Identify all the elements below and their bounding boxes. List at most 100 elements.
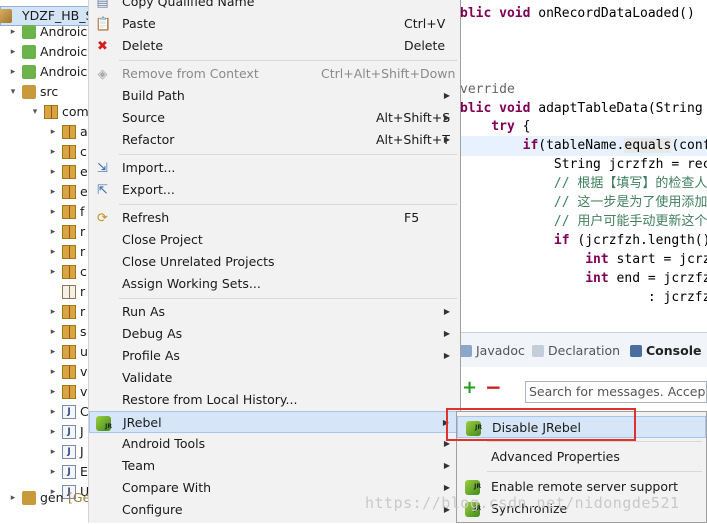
source-folder-icon (22, 85, 36, 99)
tree-item[interactable]: ▸ v (0, 382, 92, 402)
tree-toggle-icon[interactable]: ▸ (48, 402, 58, 422)
menu-item-validate[interactable]: Validate (89, 367, 460, 389)
tree-toggle-icon[interactable]: ▸ (48, 202, 58, 222)
menu-item-run-as[interactable]: Run As ▶ (89, 301, 460, 323)
menu-item-profile-as[interactable]: Profile As ▶ (89, 345, 460, 367)
tree-item[interactable]: ▸ c (0, 262, 92, 282)
code-line: blic void adaptTableData(String (460, 99, 707, 119)
tree-item[interactable]: ▾ src (0, 82, 92, 102)
menu-item-refresh[interactable]: ⟳ Refresh F5 (89, 207, 460, 229)
tree-toggle-icon[interactable]: ▸ (48, 222, 58, 242)
menu-item-close-unrelated-projects[interactable]: Close Unrelated Projects (89, 251, 460, 273)
android-library-icon (22, 65, 36, 79)
tree-item[interactable]: ▸ r (0, 222, 92, 242)
submenu-item-advanced-properties[interactable]: Advanced Properties (457, 446, 706, 468)
tree-item-label: a (80, 124, 88, 139)
tab-javadoc[interactable]: Javadoc (460, 342, 525, 360)
menu-item-team[interactable]: Team ▶ (89, 455, 460, 477)
code-token: { (522, 119, 531, 135)
tree-item[interactable]: ▸ v (0, 362, 92, 382)
context-menu: ▤ Copy Qualified Name 📋 Paste Ctrl+V ✖ Delete D… (88, 0, 461, 523)
menu-item-jrebel[interactable]: JRebel▶ (89, 411, 460, 434)
menu-item-label: Remove from Context (122, 66, 259, 81)
tab-console[interactable]: Console (630, 342, 701, 360)
tree-item[interactable]: ▸ Androic (0, 62, 92, 82)
tree-item[interactable]: ▸ e (0, 162, 92, 182)
menu-item-build-path[interactable]: Build Path ▶ (89, 85, 460, 107)
menu-item-android-tools[interactable]: Android Tools ▶ (89, 433, 460, 455)
tree-item-label: J (80, 424, 84, 439)
tree-toggle-icon[interactable]: ▸ (8, 42, 18, 62)
menu-separator (487, 441, 702, 442)
tree-item[interactable]: ▾ com (0, 102, 92, 122)
tab-declaration[interactable]: Declaration (532, 342, 620, 360)
tree-item[interactable]: ▸ c (0, 142, 92, 162)
tree-item[interactable]: ▸ J J (0, 422, 92, 442)
tree-toggle-icon[interactable]: ▸ (8, 488, 18, 508)
menu-item-label: Build Path (122, 88, 185, 103)
menu-item-delete[interactable]: ✖ Delete Delete (89, 35, 460, 57)
code-token: end = jcrzfzh (616, 270, 707, 286)
code-token: (tableName. (538, 138, 625, 154)
menu-item-source[interactable]: Source Alt+Shift+S ▶ (89, 107, 460, 129)
menu-item-restore-from-local-history[interactable]: Restore from Local History... (89, 389, 460, 411)
tree-toggle-icon[interactable]: ▸ (48, 442, 58, 462)
tree-toggle-icon[interactable]: ▸ (48, 162, 58, 182)
tree-toggle-icon[interactable]: ▾ (8, 82, 18, 102)
tree-toggle-icon[interactable]: ▸ (48, 422, 58, 442)
add-filter-icon[interactable]: + (462, 379, 477, 397)
tree-item[interactable]: ▸ J J (0, 442, 92, 462)
menu-item-label: Refactor (122, 132, 175, 147)
tree-toggle-icon[interactable]: ▸ (48, 322, 58, 342)
menu-item-label: Debug As (122, 326, 183, 341)
tree-toggle-icon[interactable]: ▸ (48, 182, 58, 202)
tree-toggle-icon[interactable]: ▸ (48, 302, 58, 322)
code-token: equals (624, 138, 672, 154)
tree-item[interactable]: ▸ Androic (0, 22, 92, 42)
menu-item-label: Restore from Local History... (122, 392, 298, 407)
tree-toggle-icon[interactable]: ▸ (48, 122, 58, 142)
tree-item[interactable]: r (0, 282, 92, 302)
tree-item[interactable]: ▸ J E (0, 462, 92, 482)
declaration-icon (532, 345, 544, 357)
tree-item[interactable]: ▸ r (0, 242, 92, 262)
menu-item-refactor[interactable]: Refactor Alt+Shift+T ▶ (89, 129, 460, 151)
tree-item[interactable]: ▸ J C (0, 402, 92, 422)
tree-toggle-icon[interactable]: ▸ (48, 262, 58, 282)
menu-item-label: Paste (122, 16, 156, 31)
tree-item-label: src (40, 84, 59, 99)
code-line: // 用户可能手动更新这个 (460, 212, 707, 232)
tree-item[interactable]: ▸ f (0, 202, 92, 222)
menu-item-close-project[interactable]: Close Project (89, 229, 460, 251)
menu-separator (119, 298, 457, 299)
code-editor[interactable]: blic void onRecordDataLoaded() verride bli… (460, 0, 707, 312)
tree-toggle-icon[interactable]: ▾ (30, 102, 40, 122)
tree-toggle-icon[interactable]: ▸ (48, 342, 58, 362)
generated-folder-icon (22, 491, 36, 505)
menu-item-import[interactable]: ⇲ Import... (89, 157, 460, 179)
tree-toggle-icon[interactable]: ▸ (48, 142, 58, 162)
package-icon (62, 365, 76, 379)
tree-toggle-icon[interactable]: ▸ (8, 62, 18, 82)
tree-toggle-icon[interactable]: ▸ (8, 22, 18, 42)
tree-item[interactable]: ▸ e (0, 182, 92, 202)
tree-toggle-icon[interactable]: ▸ (48, 382, 58, 402)
menu-item-assign-working-sets[interactable]: Assign Working Sets... (89, 273, 460, 295)
tree-toggle-icon[interactable]: ▸ (48, 462, 58, 482)
tree-toggle-icon[interactable]: ▸ (48, 242, 58, 262)
tree-item[interactable]: ▸ a (0, 122, 92, 142)
tree-item[interactable]: ▸ s (0, 322, 92, 342)
menu-item-debug-as[interactable]: Debug As ▶ (89, 323, 460, 345)
tree-toggle-icon[interactable]: ▸ (48, 362, 58, 382)
menu-item-export[interactable]: ⇱ Export... (89, 179, 460, 201)
menu-item-paste[interactable]: 📋 Paste Ctrl+V (89, 13, 460, 35)
console-search-input[interactable]: Search for messages. Accepts (525, 381, 707, 403)
copy-qualified-icon: ▤ (96, 0, 109, 10)
tree-item[interactable]: ▸ gen [Ge (0, 488, 92, 508)
tree-item[interactable]: ▸ u (0, 342, 92, 362)
tree-item[interactable]: ▸ r (0, 302, 92, 322)
remove-filter-icon[interactable]: − (485, 377, 502, 397)
menu-item-copy-qualified-name[interactable]: ▤ Copy Qualified Name (89, 0, 460, 13)
tree-item[interactable]: ▸ Androic (0, 42, 92, 62)
